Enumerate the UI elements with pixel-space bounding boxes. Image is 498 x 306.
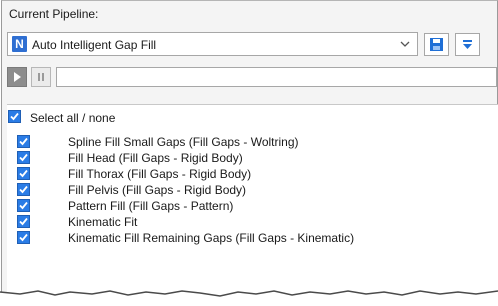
pause-pipeline-button[interactable] bbox=[31, 67, 51, 87]
checkmark-icon bbox=[19, 201, 28, 210]
pipeline-type-badge: N bbox=[12, 36, 27, 52]
play-icon bbox=[14, 72, 21, 82]
operation-checkbox[interactable] bbox=[17, 151, 30, 164]
operation-checkbox[interactable] bbox=[17, 135, 30, 148]
filter-dropdown-icon bbox=[463, 40, 472, 49]
pause-icon bbox=[38, 73, 44, 81]
checkmark-icon bbox=[19, 185, 28, 194]
operation-label[interactable]: Spline Fill Small Gaps (Fill Gaps - Wolt… bbox=[68, 135, 299, 149]
run-pipeline-button[interactable] bbox=[7, 67, 27, 87]
select-all-checkbox[interactable] bbox=[8, 110, 21, 123]
operation-label[interactable]: Kinematic Fit bbox=[68, 215, 137, 229]
torn-edge bbox=[0, 290, 498, 306]
checkmark-icon bbox=[19, 137, 28, 146]
select-all-label: Select all / none bbox=[30, 111, 116, 125]
operation-checkbox[interactable] bbox=[17, 215, 30, 228]
checkmark-icon bbox=[19, 233, 28, 242]
pipeline-menu-button[interactable] bbox=[455, 33, 480, 56]
checkmark-icon bbox=[19, 217, 28, 226]
operation-checkbox[interactable] bbox=[17, 183, 30, 196]
save-icon bbox=[430, 38, 443, 51]
operation-label[interactable]: Fill Pelvis (Fill Gaps - Rigid Body) bbox=[68, 183, 246, 197]
pipeline-progress-bar bbox=[56, 67, 497, 87]
operation-checkbox[interactable] bbox=[17, 167, 30, 180]
chevron-down-icon[interactable] bbox=[398, 36, 412, 52]
pipeline-select[interactable]: N Auto Intelligent Gap Fill bbox=[7, 32, 418, 56]
operations-list: Select all / none Spline Fill Small Gaps… bbox=[7, 104, 498, 302]
save-pipeline-button[interactable] bbox=[424, 33, 449, 56]
pipeline-panel: Current Pipeline: N Auto Intelligent Gap… bbox=[1, 0, 498, 302]
operation-label[interactable]: Pattern Fill (Fill Gaps - Pattern) bbox=[68, 199, 233, 213]
operation-label[interactable]: Fill Thorax (Fill Gaps - Rigid Body) bbox=[68, 167, 251, 181]
operation-label[interactable]: Fill Head (Fill Gaps - Rigid Body) bbox=[68, 151, 243, 165]
operation-checkbox[interactable] bbox=[17, 199, 30, 212]
checkmark-icon bbox=[19, 169, 28, 178]
checkmark-icon bbox=[10, 112, 19, 121]
current-pipeline-label: Current Pipeline: bbox=[9, 7, 99, 21]
operation-checkbox[interactable] bbox=[17, 231, 30, 244]
pipeline-select-value: Auto Intelligent Gap Fill bbox=[32, 38, 157, 52]
operation-label[interactable]: Kinematic Fill Remaining Gaps (Fill Gaps… bbox=[68, 231, 354, 245]
checkmark-icon bbox=[19, 153, 28, 162]
